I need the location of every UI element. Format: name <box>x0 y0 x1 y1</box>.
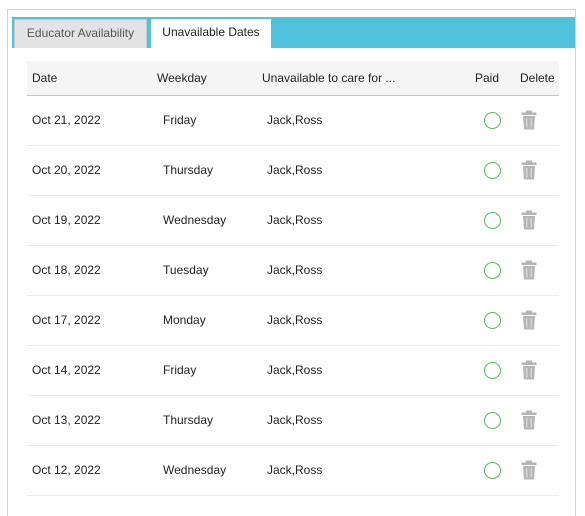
unavailable-dates-table: Date Weekday Unavailable to care for ...… <box>27 61 559 496</box>
paid-radio-icon[interactable] <box>484 462 501 479</box>
row-date: Oct 17, 2022 <box>32 313 101 327</box>
delete-button[interactable] <box>521 310 537 330</box>
paid-radio-icon[interactable] <box>484 212 501 229</box>
table-row: Oct 12, 2022 Wednesday Jack,Ross <box>27 446 559 496</box>
delete-button[interactable] <box>521 160 537 180</box>
delete-button[interactable] <box>521 210 537 230</box>
paid-radio-icon[interactable] <box>484 312 501 329</box>
row-children: Jack,Ross <box>267 163 323 177</box>
header-paid[interactable]: Paid <box>475 61 499 95</box>
row-weekday: Thursday <box>163 163 214 177</box>
table-row: Oct 21, 2022 Friday Jack,Ross <box>27 96 559 146</box>
tab-unavailable-dates[interactable]: Unavailable Dates <box>151 19 271 48</box>
table-row: Oct 19, 2022 Wednesday Jack,Ross <box>27 196 559 246</box>
paid-radio-icon[interactable] <box>484 262 501 279</box>
paid-radio-icon[interactable] <box>484 162 501 179</box>
table-row: Oct 14, 2022 Friday Jack,Ross <box>27 346 559 396</box>
row-date: Oct 19, 2022 <box>32 213 101 227</box>
table-header: Date Weekday Unavailable to care for ...… <box>27 61 559 96</box>
row-weekday: Wednesday <box>163 463 227 477</box>
delete-button[interactable] <box>521 460 537 480</box>
row-weekday: Tuesday <box>163 263 209 277</box>
table-row: Oct 17, 2022 Monday Jack,Ross <box>27 296 559 346</box>
delete-button[interactable] <box>521 410 537 430</box>
row-date: Oct 21, 2022 <box>32 113 101 127</box>
row-children: Jack,Ross <box>267 413 323 427</box>
delete-button[interactable] <box>521 260 537 280</box>
row-children: Jack,Ross <box>267 113 323 127</box>
row-date: Oct 14, 2022 <box>32 363 101 377</box>
trash-icon <box>521 110 537 130</box>
tab-educator-availability[interactable]: Educator Availability <box>14 19 147 48</box>
unavailable-dates-panel: Educator Availability Unavailable Dates … <box>7 9 576 516</box>
row-weekday: Friday <box>163 363 197 377</box>
tab-bar: Educator Availability Unavailable Dates <box>12 17 575 48</box>
table-body: Oct 21, 2022 Friday Jack,Ross Oct 20, 20… <box>27 96 559 496</box>
header-weekday[interactable]: Weekday <box>157 61 207 95</box>
trash-icon <box>521 460 537 480</box>
row-children: Jack,Ross <box>267 363 323 377</box>
table-row: Oct 18, 2022 Tuesday Jack,Ross <box>27 246 559 296</box>
trash-icon <box>521 160 537 180</box>
row-date: Oct 20, 2022 <box>32 163 101 177</box>
trash-icon <box>521 210 537 230</box>
row-weekday: Thursday <box>163 413 214 427</box>
trash-icon <box>521 260 537 280</box>
paid-radio-icon[interactable] <box>484 412 501 429</box>
header-delete: Delete <box>520 71 555 85</box>
trash-icon <box>521 360 537 380</box>
paid-radio-icon[interactable] <box>484 362 501 379</box>
table-row: Oct 13, 2022 Thursday Jack,Ross <box>27 396 559 446</box>
delete-button[interactable] <box>521 110 537 130</box>
header-unavailable[interactable]: Unavailable to care for ... <box>262 61 395 95</box>
row-children: Jack,Ross <box>267 213 323 227</box>
paid-radio-icon[interactable] <box>484 112 501 129</box>
row-weekday: Wednesday <box>163 213 227 227</box>
delete-button[interactable] <box>521 360 537 380</box>
row-children: Jack,Ross <box>267 313 323 327</box>
table-row: Oct 20, 2022 Thursday Jack,Ross <box>27 146 559 196</box>
row-children: Jack,Ross <box>267 463 323 477</box>
trash-icon <box>521 410 537 430</box>
row-date: Oct 12, 2022 <box>32 463 101 477</box>
row-date: Oct 13, 2022 <box>32 413 101 427</box>
row-children: Jack,Ross <box>267 263 323 277</box>
row-weekday: Friday <box>163 113 197 127</box>
header-date[interactable]: Date <box>32 61 57 95</box>
row-weekday: Monday <box>163 313 206 327</box>
trash-icon <box>521 310 537 330</box>
row-date: Oct 18, 2022 <box>32 263 101 277</box>
